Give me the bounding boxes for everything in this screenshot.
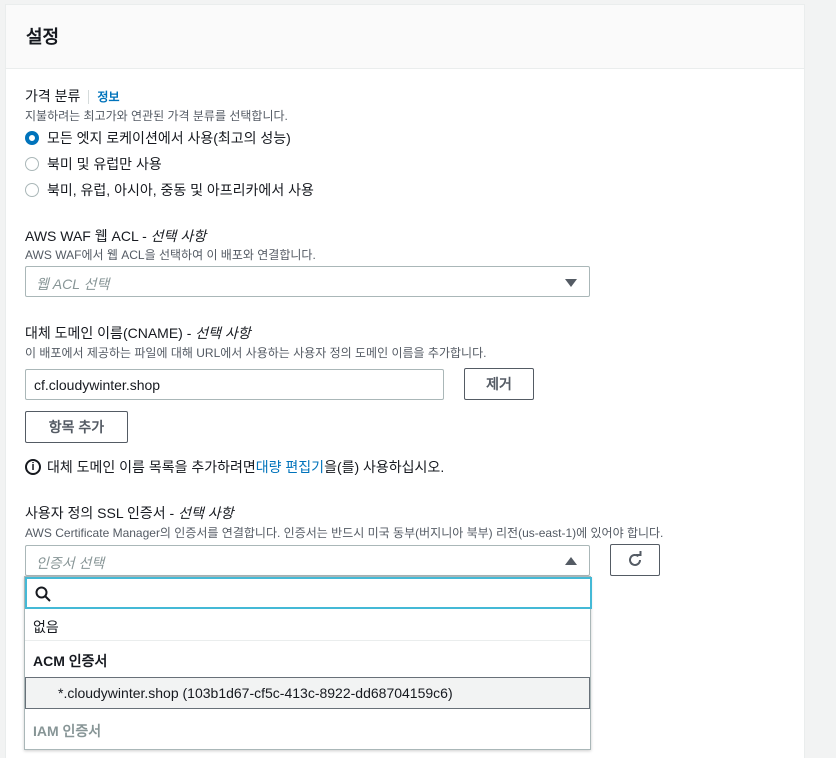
refresh-button[interactable]	[610, 544, 660, 576]
info-link[interactable]: 정보	[88, 90, 120, 104]
waf-label: AWS WAF 웹 ACL - 선택 사항	[25, 226, 206, 246]
remove-button[interactable]: 제거	[464, 368, 534, 400]
add-item-button[interactable]: 항목 추가	[25, 411, 128, 443]
caret-up-icon	[565, 557, 577, 565]
radio-na-eu-asia[interactable]: 북미, 유럽, 아시아, 중동 및 아프리카에서 사용	[25, 180, 314, 200]
caret-down-icon	[565, 279, 577, 287]
radio-button[interactable]	[25, 183, 39, 197]
panel-header: 설정	[6, 5, 804, 69]
waf-placeholder: 웹 ACL 선택	[36, 276, 110, 292]
waf-label-text: AWS WAF 웹 ACL -	[25, 228, 151, 244]
cname-label-text: 대체 도메인 이름(CNAME) -	[25, 325, 196, 341]
radio-label: 북미, 유럽, 아시아, 중동 및 아프리카에서 사용	[47, 182, 314, 198]
optional-tag: 선택 사항	[195, 325, 251, 341]
acm-certificate-option[interactable]: *.cloudywinter.shop (103b1d67-cf5c-413c-…	[25, 677, 590, 709]
cname-description: 이 배포에서 제공하는 파일에 대해 URL에서 사용하는 사용자 정의 도메인…	[25, 346, 487, 360]
ssl-description: AWS Certificate Manager의 인증서를 연결합니다. 인증서…	[25, 526, 664, 540]
radio-button[interactable]	[25, 157, 39, 171]
option-none[interactable]: 없음	[25, 609, 590, 641]
certificate-dropdown: 없음 ACM 인증서 *.cloudywinter.shop (103b1d67…	[24, 576, 592, 750]
cname-label: 대체 도메인 이름(CNAME) - 선택 사항	[25, 323, 251, 343]
price-class-description: 지불하려는 최고가와 연관된 가격 분류를 선택합니다.	[25, 109, 288, 123]
price-class-label: 가격 분류 정보	[25, 86, 120, 106]
certificate-select[interactable]: 인증서 선택	[25, 545, 590, 576]
search-icon	[35, 586, 51, 602]
waf-acl-select[interactable]: 웹 ACL 선택	[25, 266, 590, 297]
info-text-before: 대체 도메인 이름 목록을 추가하려면	[47, 459, 256, 475]
bulk-editor-link[interactable]: 대량 편집기	[256, 457, 324, 477]
certificate-search-input[interactable]	[25, 577, 592, 609]
ssl-label: 사용자 정의 SSL 인증서 - 선택 사항	[25, 503, 234, 523]
radio-label: 모든 엣지 로케이션에서 사용(최고의 성능)	[47, 130, 291, 146]
cname-input[interactable]: cf.cloudywinter.shop	[25, 369, 444, 400]
info-text-after: 을(를) 사용하십시오.	[324, 459, 445, 475]
ssl-label-text: 사용자 정의 SSL 인증서 -	[25, 505, 179, 521]
price-class-title: 가격 분류	[25, 88, 81, 104]
iam-group-label: IAM 인증서	[33, 723, 102, 739]
panel-title: 설정	[26, 27, 60, 47]
optional-tag: 선택 사항	[178, 505, 234, 521]
certificate-placeholder: 인증서 선택	[36, 555, 105, 571]
radio-na-eu[interactable]: 북미 및 유럽만 사용	[25, 154, 162, 174]
waf-description: AWS WAF에서 웹 ACL을 선택하여 이 배포와 연결합니다.	[25, 248, 316, 262]
radio-label: 북미 및 유럽만 사용	[47, 156, 162, 172]
acm-group-label: ACM 인증서	[33, 653, 108, 669]
bulk-editor-info: i 대체 도메인 이름 목록을 추가하려면 대량 편집기 을(를) 사용하십시오.	[25, 457, 444, 477]
optional-tag: 선택 사항	[150, 228, 207, 244]
radio-button[interactable]	[25, 131, 39, 145]
info-icon: i	[25, 459, 41, 475]
refresh-icon	[629, 551, 642, 566]
radio-all-edge[interactable]: 모든 엣지 로케이션에서 사용(최고의 성능)	[25, 128, 291, 148]
